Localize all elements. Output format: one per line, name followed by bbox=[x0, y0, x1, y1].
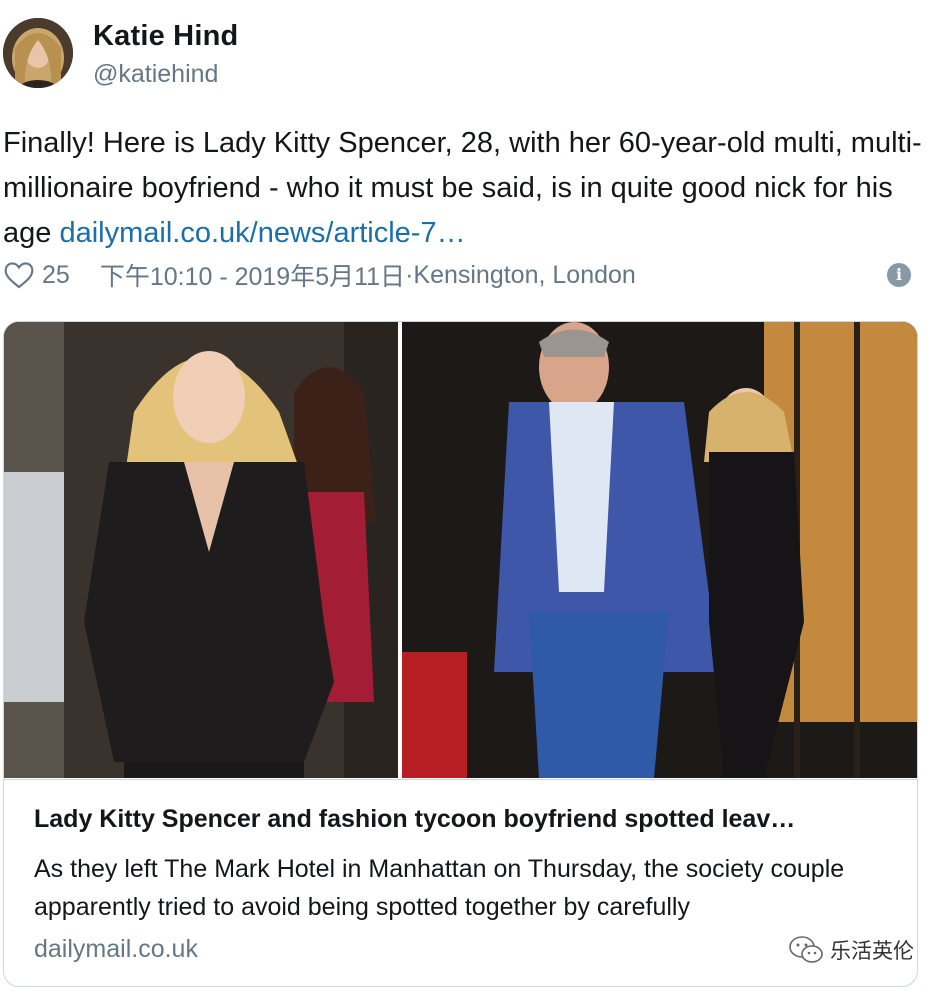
heart-outline-icon[interactable] bbox=[3, 259, 35, 291]
card-description: As they left The Mark Hotel in Manhattan… bbox=[34, 855, 845, 921]
card-body[interactable]: Lady Kitty Spencer and fashion tycoon bo… bbox=[4, 779, 917, 986]
like-count: 25 bbox=[42, 260, 70, 289]
info-icon[interactable]: i bbox=[887, 263, 911, 287]
tweet-text: Finally! Here is Lady Kitty Spencer, 28,… bbox=[3, 121, 933, 256]
card-title[interactable]: Lady Kitty Spencer and fashion tycoon bo… bbox=[34, 805, 795, 834]
watermark-label: 乐活英伦 bbox=[830, 940, 914, 963]
author-handle[interactable]: @katiehind bbox=[93, 60, 218, 89]
author-name[interactable]: Katie Hind bbox=[93, 20, 238, 53]
watermark: 乐活英伦 bbox=[788, 933, 914, 967]
avatar-image bbox=[3, 18, 73, 88]
article-link[interactable]: dailymail.co.uk/news/article-7… bbox=[59, 217, 465, 249]
card-image[interactable] bbox=[4, 322, 917, 778]
location-separator: · bbox=[405, 260, 414, 289]
card-photo bbox=[4, 322, 917, 778]
card-domain: dailymail.co.uk bbox=[34, 935, 198, 963]
tweet-header: Katie Hind @katiehind bbox=[0, 18, 944, 94]
location[interactable]: Kensington, London bbox=[413, 261, 635, 290]
link-card[interactable]: Lady Kitty Spencer and fashion tycoon bo… bbox=[3, 321, 918, 987]
avatar[interactable] bbox=[3, 18, 73, 88]
wechat-icon bbox=[789, 936, 823, 963]
tweet-meta: 25 下午10:10 - 2019年5月11日 · Kensington, Lo… bbox=[3, 257, 933, 293]
timestamp[interactable]: 下午10:10 - 2019年5月11日 bbox=[100, 257, 405, 293]
